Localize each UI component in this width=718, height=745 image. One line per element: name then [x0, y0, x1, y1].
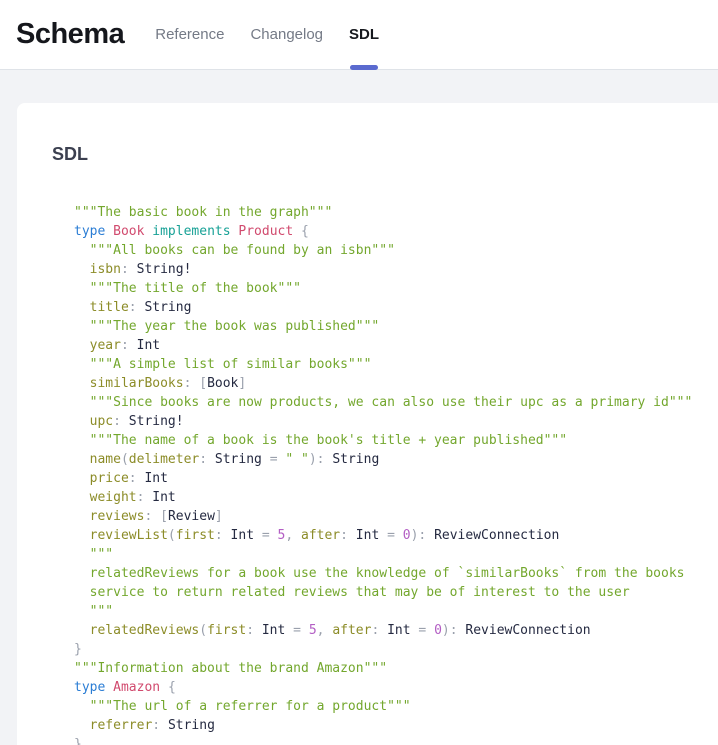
- page-title: Schema: [16, 18, 124, 51]
- code-line: name(delimeter: String = " "): String: [74, 450, 698, 469]
- code-line: weight: Int: [74, 488, 698, 507]
- code-line: title: String: [74, 298, 698, 317]
- code-line: upc: String!: [74, 412, 698, 431]
- code-line: reviewList(first: Int = 5, after: Int = …: [74, 526, 698, 545]
- code-line: service to return related reviews that m…: [74, 583, 698, 602]
- code-line: relatedReviews(first: Int = 5, after: In…: [74, 621, 698, 640]
- tab-changelog[interactable]: Changelog: [237, 0, 336, 69]
- code-line: """All books can be found by an isbn""": [74, 241, 698, 260]
- code-line: """The name of a book is the book's titl…: [74, 431, 698, 450]
- code-line: }: [74, 735, 698, 745]
- code-line: similarBooks: [Book]: [74, 374, 698, 393]
- code-line: type Book implements Product {: [74, 222, 698, 241]
- code-line: referrer: String: [74, 716, 698, 735]
- sdl-code-block: """The basic book in the graph"""type Bo…: [74, 203, 698, 745]
- page-header: Schema Reference Changelog SDL: [0, 0, 718, 70]
- code-line: price: Int: [74, 469, 698, 488]
- code-line: """The basic book in the graph""": [74, 203, 698, 222]
- code-line: """A simple list of similar books""": [74, 355, 698, 374]
- code-line: }: [74, 640, 698, 659]
- code-line: """: [74, 602, 698, 621]
- tab-reference-label: Reference: [155, 26, 224, 43]
- code-line: reviews: [Review]: [74, 507, 698, 526]
- sdl-card-heading: SDL: [52, 144, 698, 165]
- tab-sdl-label: SDL: [349, 26, 379, 43]
- tab-bar: Reference Changelog SDL: [142, 0, 392, 69]
- active-tab-indicator: [350, 65, 378, 70]
- code-line: """The title of the book""": [74, 279, 698, 298]
- code-line: type Amazon {: [74, 678, 698, 697]
- code-line: year: Int: [74, 336, 698, 355]
- tab-changelog-label: Changelog: [250, 26, 323, 43]
- code-line: """The year the book was published""": [74, 317, 698, 336]
- code-line: """: [74, 545, 698, 564]
- code-line: """The url of a referrer for a product""…: [74, 697, 698, 716]
- code-line: isbn: String!: [74, 260, 698, 279]
- tab-reference[interactable]: Reference: [142, 0, 237, 69]
- code-line: """Since books are now products, we can …: [74, 393, 698, 412]
- sdl-card: SDL """The basic book in the graph"""typ…: [17, 103, 718, 745]
- tab-sdl[interactable]: SDL: [336, 0, 392, 69]
- code-line: """Information about the brand Amazon""": [74, 659, 698, 678]
- code-line: relatedReviews for a book use the knowle…: [74, 564, 698, 583]
